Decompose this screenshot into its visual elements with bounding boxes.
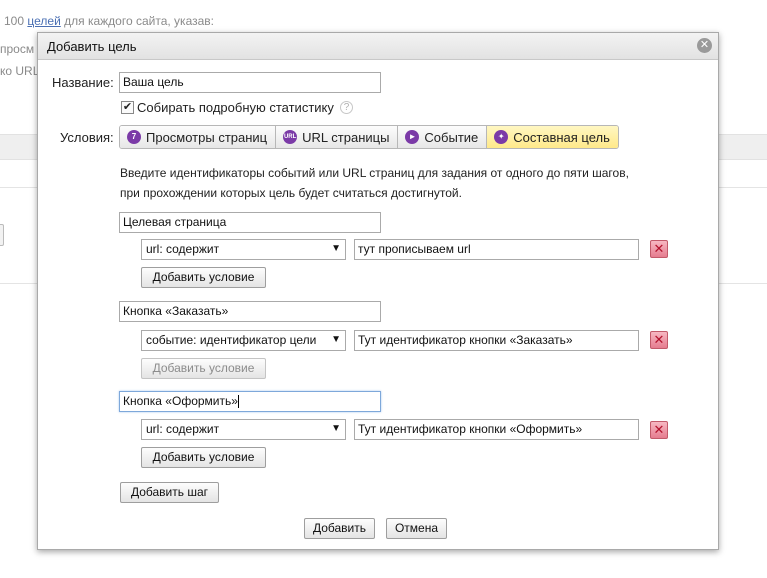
cancel-button[interactable]: Отмена xyxy=(386,518,447,539)
select-value: url: содержит xyxy=(146,422,220,436)
condition-value-input[interactable]: Тут идентификатор кнопки «Оформить» xyxy=(354,419,639,440)
step-name-input[interactable]: Кнопка «Заказать» xyxy=(119,301,381,322)
tab-label: URL страницы xyxy=(302,129,390,145)
tab-label: Событие xyxy=(424,129,479,145)
delete-condition-icon[interactable]: ✕ xyxy=(650,421,668,439)
instructions-line: Введите идентификаторы событий или URL с… xyxy=(120,166,629,180)
bg-goal-count: 100 xyxy=(4,14,25,28)
bg-text-line: просм xyxy=(0,42,35,56)
goal-name-input[interactable]: Ваша цель xyxy=(119,72,381,93)
condition-tabs: 7 Просмотры страниц URL URL страницы ► С… xyxy=(119,125,619,149)
add-goal-dialog: Добавить цель ✕ Название: Ваша цель ✔ Со… xyxy=(37,32,719,550)
submit-button[interactable]: Добавить xyxy=(304,518,375,539)
bg-button-stub xyxy=(0,224,4,246)
add-condition-button[interactable]: Добавить условие xyxy=(141,447,266,468)
step-name-input[interactable]: Целевая страница xyxy=(119,212,381,233)
tab-pageviews[interactable]: 7 Просмотры страниц xyxy=(120,126,277,148)
condition-type-select[interactable]: url: содержит ▼ xyxy=(141,419,346,440)
name-label: Название: xyxy=(52,75,114,90)
add-condition-button[interactable]: Добавить условие xyxy=(141,267,266,288)
help-icon[interactable]: ? xyxy=(340,101,353,114)
input-value: Кнопка «Оформить» xyxy=(123,394,238,408)
bg-text-line: ко URL xyxy=(0,64,40,78)
bg-text-line: 100 целей для каждого сайта, указав: xyxy=(4,14,214,28)
tab-url[interactable]: URL URL страницы xyxy=(276,126,399,148)
tab-composite[interactable]: ✦ Составная цель xyxy=(487,126,618,148)
detailed-stats-label: Собирать подробную статистику xyxy=(137,100,334,115)
composite-icon: ✦ xyxy=(494,130,509,144)
bg-goal-suffix: для каждого сайта, указав: xyxy=(64,14,214,28)
dialog-header: Добавить цель ✕ xyxy=(38,33,718,60)
composite-goal-instructions: Введите идентификаторы событий или URL с… xyxy=(120,163,700,203)
delete-condition-icon[interactable]: ✕ xyxy=(650,331,668,349)
event-icon: ► xyxy=(405,130,420,144)
select-value: событие: идентификатор цели xyxy=(146,333,317,347)
tab-event[interactable]: ► Событие xyxy=(398,126,488,148)
instructions-line: при прохождении которых цель будет счита… xyxy=(120,186,462,200)
condition-value-input[interactable]: тут прописываем url xyxy=(354,239,639,260)
close-icon[interactable]: ✕ xyxy=(697,38,712,53)
condition-type-select[interactable]: url: содержит ▼ xyxy=(141,239,346,260)
select-value: url: содержит xyxy=(146,242,220,256)
conditions-label: Условия: xyxy=(60,130,114,145)
url-icon: URL xyxy=(283,130,298,144)
detailed-stats-checkbox[interactable]: ✔ xyxy=(121,101,134,114)
step-name-input[interactable]: Кнопка «Оформить» xyxy=(119,391,381,412)
chevron-down-icon: ▼ xyxy=(331,423,341,434)
condition-type-select[interactable]: событие: идентификатор цели ▼ xyxy=(141,330,346,351)
delete-condition-icon[interactable]: ✕ xyxy=(650,240,668,258)
add-condition-button[interactable]: Добавить условие xyxy=(141,358,266,379)
chevron-down-icon: ▼ xyxy=(331,243,341,254)
tab-label: Составная цель xyxy=(513,129,610,145)
dialog-title: Добавить цель xyxy=(47,39,137,54)
goals-link[interactable]: целей xyxy=(27,14,60,28)
chevron-down-icon: ▼ xyxy=(331,334,341,345)
text-caret xyxy=(237,395,239,409)
condition-value-input[interactable]: Тут идентификатор кнопки «Заказать» xyxy=(354,330,639,351)
tab-label: Просмотры страниц xyxy=(146,129,268,145)
pageviews-icon: 7 xyxy=(127,130,141,144)
add-step-button[interactable]: Добавить шаг xyxy=(120,482,219,503)
